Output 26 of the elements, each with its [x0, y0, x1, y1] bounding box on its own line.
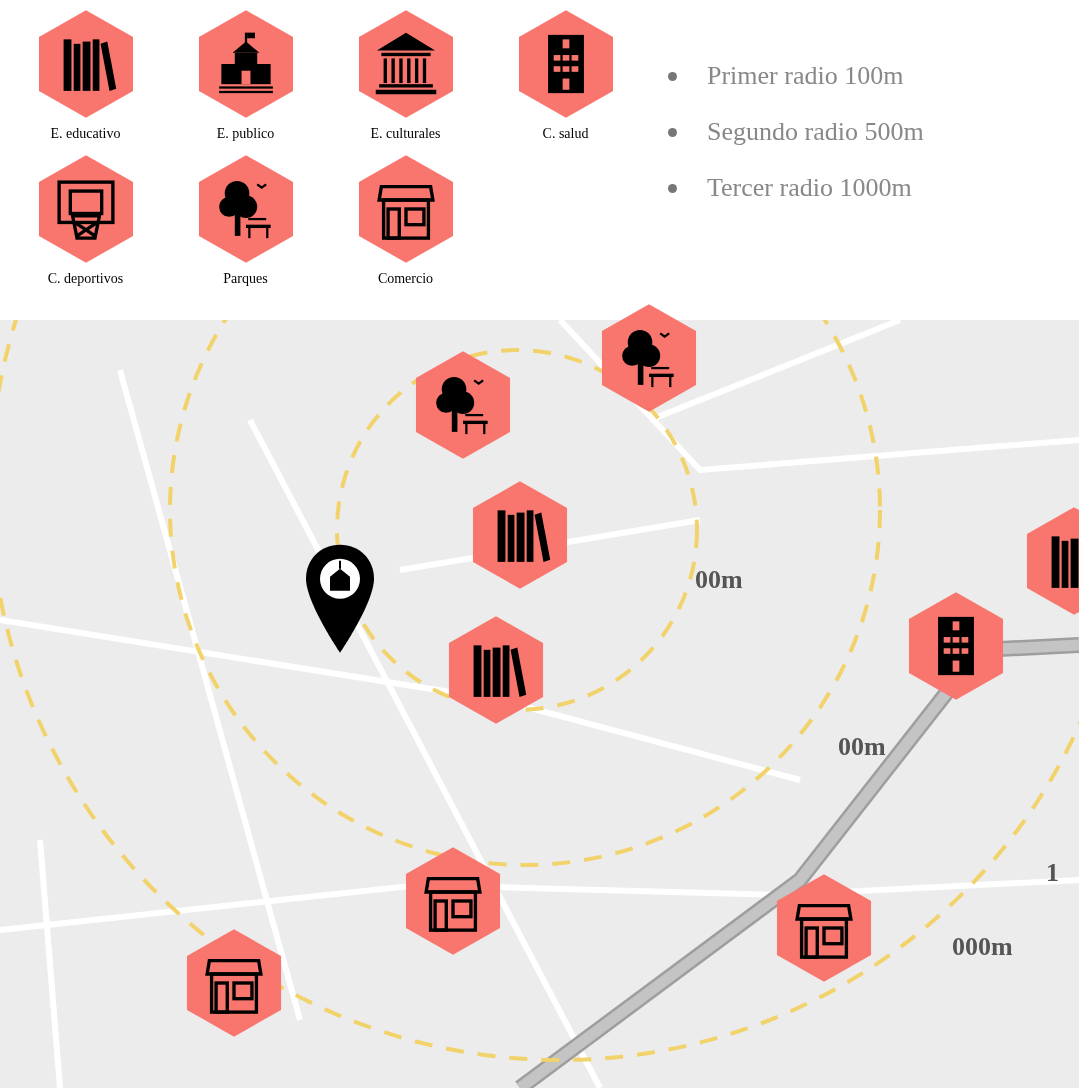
legend-label: E. culturales	[370, 126, 441, 142]
books-marker-icon	[470, 479, 570, 591]
radius-text: Tercer radio 1000m	[707, 173, 912, 203]
radius-label: 00m	[695, 565, 743, 595]
legend-label: E. publico	[216, 126, 275, 142]
radius-label: 00m	[838, 732, 886, 762]
legend-label: Comercio	[377, 271, 434, 287]
hospital-marker-icon	[906, 590, 1006, 702]
legend-label: C. deportivos	[47, 271, 124, 287]
shop-marker-icon	[774, 872, 874, 984]
radius-label: 000m	[952, 932, 1013, 962]
bullet-icon	[668, 183, 677, 193]
shop-marker-icon	[403, 845, 503, 957]
radius-text: Primer radio 100m	[707, 61, 904, 91]
legend-label: E. educativo	[50, 126, 121, 142]
legend-label: C. salud	[542, 126, 589, 142]
park-marker-icon	[599, 302, 699, 414]
books-marker-icon	[446, 614, 546, 726]
legend-label: Parques	[223, 271, 268, 287]
shop-marker-icon	[184, 927, 284, 1039]
radius-text: Segundo radio 500m	[707, 117, 924, 147]
bullet-icon	[668, 71, 677, 81]
radius-label: 1	[1046, 858, 1059, 888]
map-pin-icon	[304, 542, 376, 655]
park-marker-icon	[413, 349, 513, 461]
bullet-icon	[668, 127, 677, 137]
